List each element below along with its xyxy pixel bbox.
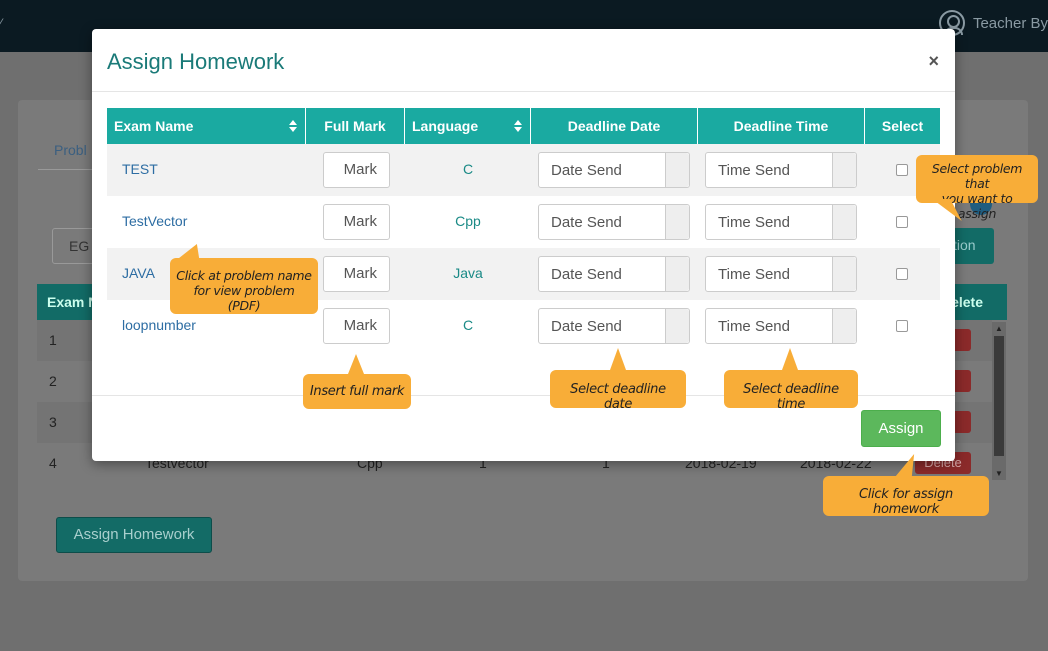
- clock-icon[interactable]: [832, 257, 856, 291]
- callout-deadline-date: Select deadline date: [550, 348, 686, 412]
- chevron-icon[interactable]: ⁄: [0, 16, 2, 30]
- language-text: C: [462, 317, 474, 333]
- callout-text: Select problem that: [931, 161, 1023, 191]
- callout-text: Insert full mark: [309, 384, 405, 399]
- clock-icon[interactable]: [832, 205, 856, 239]
- callout-deadline-time: Select deadline time: [724, 348, 858, 412]
- select-checkbox[interactable]: [896, 268, 908, 280]
- problem-name-link[interactable]: TEST: [122, 161, 158, 177]
- callout-pointer: [348, 354, 364, 374]
- select-checkbox[interactable]: [896, 216, 908, 228]
- calendar-icon[interactable]: [665, 257, 689, 291]
- row-number: 2: [49, 373, 57, 389]
- language-text: Cpp: [455, 213, 481, 229]
- callout-problem-name: Click at problem name for view problem (…: [170, 244, 318, 314]
- column-header-language[interactable]: Language: [405, 108, 531, 144]
- problem-name-link[interactable]: TestVector: [122, 213, 187, 229]
- assign-homework-button[interactable]: Assign Homework: [56, 517, 212, 553]
- deadline-time-input[interactable]: Time Send: [705, 152, 857, 188]
- table-scrollbar[interactable]: ▲ ▼: [992, 322, 1006, 480]
- full-mark-input[interactable]: Mark: [323, 256, 390, 292]
- row-number: 1: [49, 332, 57, 348]
- column-header-full-mark: Full Mark: [306, 108, 405, 144]
- time-placeholder: Time Send: [718, 162, 790, 179]
- scroll-down-icon[interactable]: ▼: [995, 469, 1003, 478]
- row-number: 4: [49, 455, 57, 471]
- date-placeholder: Date Send: [551, 318, 622, 335]
- column-label: Language: [412, 118, 479, 134]
- table-row: TEST Mark C Date Send Time Send: [107, 144, 940, 196]
- language-text: C: [462, 161, 474, 177]
- column-label: Deadline Time: [733, 118, 829, 134]
- calendar-icon[interactable]: [665, 153, 689, 187]
- clock-icon[interactable]: [832, 153, 856, 187]
- callout-pointer: [610, 348, 626, 370]
- problem-name-link[interactable]: loopnumber: [122, 317, 196, 333]
- problem-name-link[interactable]: JAVA: [122, 265, 155, 281]
- full-mark-input[interactable]: Mark: [323, 204, 390, 240]
- language-text: Java: [453, 265, 483, 281]
- select-checkbox[interactable]: [896, 164, 908, 176]
- callout-text: Select deadline time: [743, 382, 839, 412]
- deadline-date-input[interactable]: Date Send: [538, 204, 690, 240]
- column-header-exam: Exam N: [47, 294, 99, 310]
- callout-text: Select deadline date: [570, 382, 666, 412]
- table-header: Exam Name Full Mark Language Deadline Da…: [107, 108, 940, 144]
- modal-title: Assign Homework: [107, 49, 285, 74]
- user-label: Teacher By: [972, 14, 1048, 32]
- column-label: Select: [881, 118, 924, 134]
- table-row: TestVector Mark Cpp Date Send Time Send: [107, 196, 940, 248]
- tab-problem[interactable]: Probl: [38, 132, 98, 170]
- column-header-select: Select: [865, 108, 940, 144]
- column-label: Exam Name: [114, 118, 194, 134]
- column-header-deadline-date: Deadline Date: [531, 108, 698, 144]
- sort-icon[interactable]: [289, 120, 297, 132]
- full-mark-input[interactable]: Mark: [323, 152, 390, 188]
- column-label: Full Mark: [324, 118, 386, 134]
- deadline-date-input[interactable]: Date Send: [538, 308, 690, 344]
- column-header-exam-name[interactable]: Exam Name: [107, 108, 306, 144]
- modal-header-divider: [92, 91, 955, 92]
- column-label: Deadline Date: [567, 118, 661, 134]
- close-icon[interactable]: ×: [928, 51, 939, 72]
- sort-icon[interactable]: [514, 120, 522, 132]
- user-menu[interactable]: Teacher By: [938, 10, 1048, 36]
- deadline-time-input[interactable]: Time Send: [705, 204, 857, 240]
- callout-text: Click for assign homework: [859, 487, 953, 517]
- deadline-time-input[interactable]: Time Send: [705, 308, 857, 344]
- calendar-icon[interactable]: [665, 309, 689, 343]
- callout-assign: Click for assign homework: [823, 454, 989, 517]
- callout-full-mark: Insert full mark: [303, 354, 411, 409]
- scroll-up-icon[interactable]: ▲: [995, 324, 1003, 333]
- clock-icon[interactable]: [832, 309, 856, 343]
- calendar-icon[interactable]: [665, 205, 689, 239]
- callout-select-problem: Select problem that you want to assign: [916, 155, 1038, 221]
- date-placeholder: Date Send: [551, 162, 622, 179]
- deadline-time-input[interactable]: Time Send: [705, 256, 857, 292]
- column-header-delete: elete: [951, 294, 983, 310]
- date-placeholder: Date Send: [551, 214, 622, 231]
- homework-table: Exam Name Full Mark Language Deadline Da…: [107, 108, 940, 352]
- row-number: 3: [49, 414, 57, 430]
- callout-text: for view problem (PDF): [193, 283, 295, 313]
- date-placeholder: Date Send: [551, 266, 622, 283]
- scroll-thumb[interactable]: [994, 336, 1004, 456]
- assign-button[interactable]: Assign: [861, 410, 941, 447]
- select-checkbox[interactable]: [896, 320, 908, 332]
- time-placeholder: Time Send: [718, 266, 790, 283]
- deadline-date-input[interactable]: Date Send: [538, 256, 690, 292]
- time-placeholder: Time Send: [718, 214, 790, 231]
- callout-pointer: [782, 348, 798, 370]
- time-placeholder: Time Send: [718, 318, 790, 335]
- full-mark-input[interactable]: Mark: [323, 308, 390, 344]
- deadline-date-input[interactable]: Date Send: [538, 152, 690, 188]
- column-header-deadline-time: Deadline Time: [698, 108, 865, 144]
- callout-text: Click at problem name: [176, 268, 312, 283]
